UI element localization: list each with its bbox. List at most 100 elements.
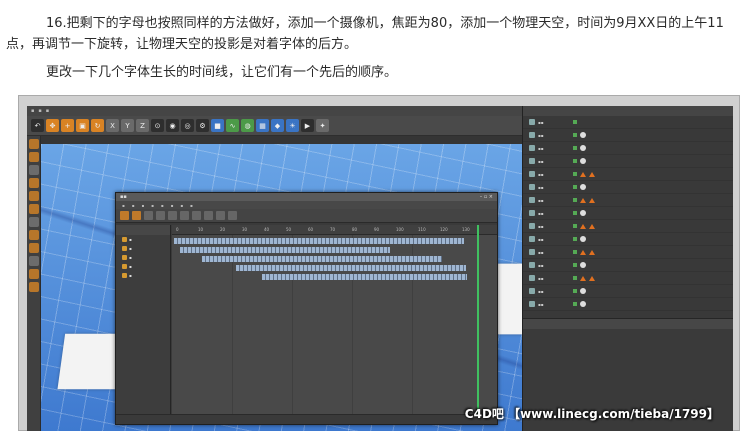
track-row[interactable]: ▪ (116, 235, 170, 244)
window-controls-icon[interactable]: – ▫ × (480, 194, 493, 200)
motion-mode-icon[interactable] (144, 211, 153, 220)
visibility-icon[interactable] (573, 276, 577, 280)
array-icon[interactable]: ▦ (256, 119, 269, 132)
light-icon[interactable]: ✦ (316, 119, 329, 132)
polygons-mode-icon[interactable] (29, 204, 39, 214)
material-tag-icon[interactable] (580, 236, 586, 242)
visibility-icon[interactable] (573, 237, 577, 241)
zoom-icon[interactable] (180, 211, 189, 220)
object-row[interactable]: ▪▪ (523, 142, 733, 155)
cube-icon[interactable]: ■ (211, 119, 224, 132)
menu-glyph[interactable]: ▪ (122, 203, 125, 208)
material-tag-icon[interactable] (580, 184, 586, 190)
material-tag-icon[interactable] (580, 288, 586, 294)
visibility-icon[interactable] (573, 289, 577, 293)
cone-tag-icon[interactable] (580, 249, 586, 255)
object-row[interactable]: ▪▪ (523, 155, 733, 168)
cone-tag-icon[interactable] (580, 223, 586, 229)
undo-icon[interactable]: ↶ (31, 119, 44, 132)
object-row[interactable]: ▪▪ (523, 233, 733, 246)
timeline-window[interactable]: ▪▪ – ▫ × ▪ ▪ ▪ ▪ ▪ ▪ ▪ ▪ ▪ ▪ ▪ ▪ ▪ 0 10 … (115, 192, 498, 425)
render-view-icon[interactable]: ◉ (166, 119, 179, 132)
tweak-mode-icon[interactable] (29, 230, 39, 240)
keyframe-track[interactable] (202, 256, 442, 262)
scale-tool-icon[interactable]: ▣ (76, 119, 89, 132)
axis-z-icon[interactable]: Z (136, 119, 149, 132)
visibility-icon[interactable] (573, 250, 577, 254)
menu-glyph[interactable]: ▪ (132, 203, 135, 208)
environment-icon[interactable]: ☀ (286, 119, 299, 132)
render-picture-icon[interactable]: ◎ (181, 119, 194, 132)
cone-tag-icon[interactable] (589, 249, 595, 255)
menu-glyph[interactable]: ▪ (151, 203, 154, 208)
rotate-tool-icon[interactable]: ↻ (91, 119, 104, 132)
texture-mode-icon[interactable] (29, 165, 39, 175)
deformer-icon[interactable]: ◆ (271, 119, 284, 132)
object-row[interactable]: ▪▪ (523, 129, 733, 142)
fcurve-mode-icon[interactable] (132, 211, 141, 220)
visibility-icon[interactable] (573, 133, 577, 137)
edges-mode-icon[interactable] (29, 191, 39, 201)
object-mode-icon[interactable] (29, 152, 39, 162)
frame-all-icon[interactable] (156, 211, 165, 220)
object-row[interactable]: ▪▪ (523, 285, 733, 298)
key-mode-icon[interactable] (120, 211, 129, 220)
cone-tag-icon[interactable] (580, 197, 586, 203)
step-icon[interactable] (228, 211, 237, 220)
object-row[interactable]: ▪▪ (523, 220, 733, 233)
visibility-icon[interactable] (573, 263, 577, 267)
visibility-icon[interactable] (573, 302, 577, 306)
menu-glyph[interactable]: ▪ (161, 203, 164, 208)
object-row[interactable]: ▪▪ (523, 298, 733, 311)
keyframe-track[interactable] (180, 247, 390, 253)
cone-tag-icon[interactable] (580, 275, 586, 281)
menu-glyph[interactable]: ▪ (190, 203, 193, 208)
visibility-icon[interactable] (573, 224, 577, 228)
menu-glyph[interactable]: ▪ (141, 203, 144, 208)
nurbs-icon[interactable]: ◍ (241, 119, 254, 132)
material-tag-icon[interactable] (580, 210, 586, 216)
track-row[interactable]: ▪ (116, 271, 170, 280)
track-row[interactable]: ▪ (116, 262, 170, 271)
material-tag-icon[interactable] (580, 301, 586, 307)
keyframe-track[interactable] (236, 265, 466, 271)
object-row[interactable]: ▪▪ (523, 246, 733, 259)
model-mode-icon[interactable] (29, 139, 39, 149)
keyframe-track[interactable] (262, 274, 467, 280)
keyframe-track[interactable] (174, 238, 464, 244)
cone-tag-icon[interactable] (580, 171, 586, 177)
axis-mode-icon[interactable] (29, 217, 39, 227)
visibility-icon[interactable] (573, 211, 577, 215)
spline-icon[interactable]: ∿ (226, 119, 239, 132)
visibility-icon[interactable] (573, 146, 577, 150)
camera-icon[interactable]: ▶ (301, 119, 314, 132)
linear-icon[interactable] (216, 211, 225, 220)
object-row[interactable]: ▪▪ (523, 116, 733, 129)
object-row[interactable]: ▪▪ (523, 168, 733, 181)
object-row[interactable]: ▪▪ (523, 259, 733, 272)
menu-glyph[interactable]: ▪ (171, 203, 174, 208)
axis-y-icon[interactable]: Y (121, 119, 134, 132)
snap-icon[interactable] (29, 243, 39, 253)
object-row[interactable]: ▪▪ (523, 194, 733, 207)
track-row[interactable]: ▪ (116, 244, 170, 253)
axis-x-icon[interactable]: X (106, 119, 119, 132)
timeline-titlebar[interactable]: ▪▪ – ▫ × (116, 193, 497, 201)
ease-icon[interactable] (204, 211, 213, 220)
move-plus-icon[interactable]: + (61, 119, 74, 132)
visibility-icon[interactable] (573, 198, 577, 202)
material-tag-icon[interactable] (580, 262, 586, 268)
object-row[interactable]: ▪▪ (523, 272, 733, 285)
dope-sheet[interactable]: 0 10 20 30 40 50 60 70 80 90 100 110 120… (172, 225, 497, 414)
locked-workplane-icon[interactable] (29, 269, 39, 279)
cone-tag-icon[interactable] (589, 275, 595, 281)
move-tool-icon[interactable]: ✥ (46, 119, 59, 132)
material-tag-icon[interactable] (580, 132, 586, 138)
cone-tag-icon[interactable] (589, 197, 595, 203)
playhead[interactable] (477, 225, 479, 414)
cone-tag-icon[interactable] (589, 171, 595, 177)
coordinate-icon[interactable]: ⊙ (151, 119, 164, 132)
material-tag-icon[interactable] (580, 158, 586, 164)
frame-ruler[interactable]: 0 10 20 30 40 50 60 70 80 90 100 110 120… (172, 225, 497, 235)
visibility-icon[interactable] (573, 185, 577, 189)
